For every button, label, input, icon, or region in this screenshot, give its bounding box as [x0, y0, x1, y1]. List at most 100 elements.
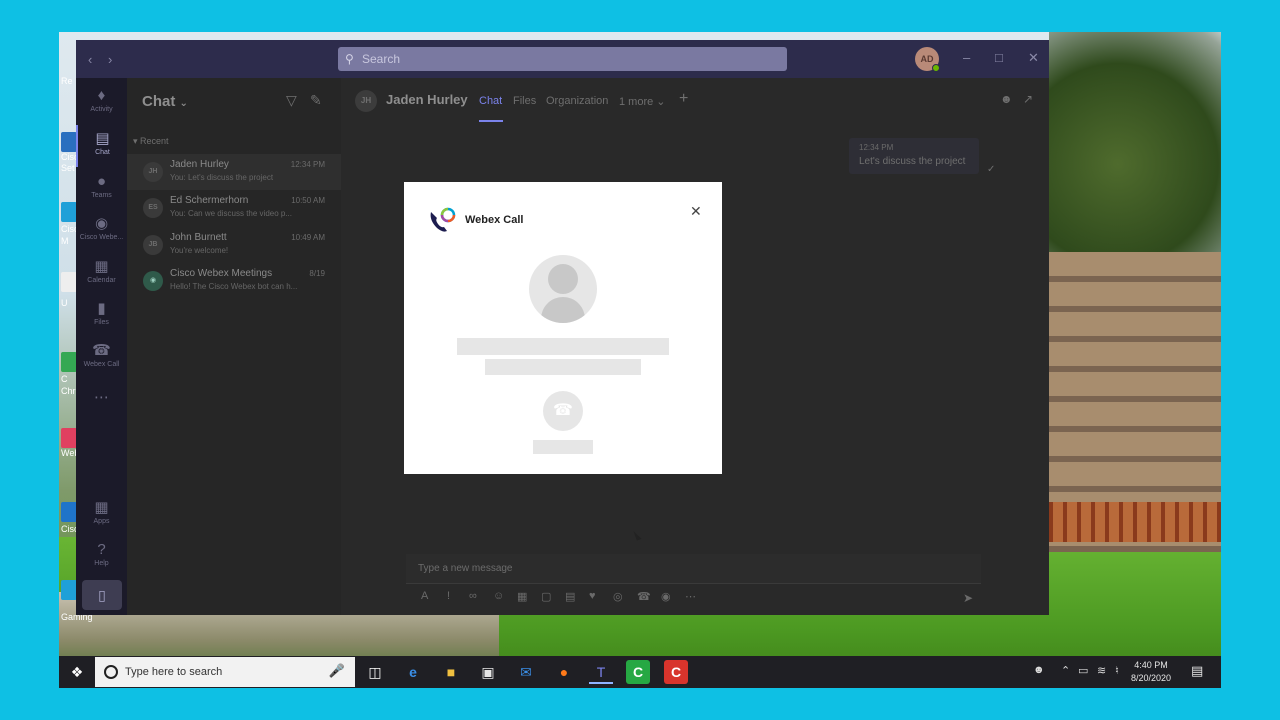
desktop-shortcut-icon[interactable] — [61, 272, 77, 292]
tab-more[interactable]: 1 more ⌄ — [619, 95, 666, 108]
close-icon[interactable]: ✕ — [690, 203, 702, 220]
rail-item-activity[interactable]: ♦ Activity — [76, 82, 127, 124]
sticker-icon[interactable]: ▢ — [541, 590, 551, 603]
webex-icon: ◉ — [94, 215, 109, 232]
taskbar-search-placeholder: Type here to search — [125, 666, 223, 678]
show-hidden-icons-icon[interactable]: ⌃ — [1061, 664, 1070, 677]
forward-arrow-icon[interactable]: › — [108, 52, 112, 67]
action-center-icon[interactable]: ▤ — [1191, 663, 1203, 679]
maximize-icon[interactable]: □ — [995, 50, 1003, 65]
people-icon[interactable]: ☻ — [1033, 664, 1045, 676]
attach-icon[interactable]: ∞ — [469, 590, 477, 602]
edge-browser-icon[interactable]: e — [401, 660, 425, 684]
volume-muted-icon[interactable]: ♮ — [1115, 664, 1119, 677]
read-receipt-icon: ✓ — [987, 164, 996, 175]
camtasia-green-icon[interactable]: C — [626, 660, 650, 684]
send-icon[interactable]: ➤ — [963, 591, 973, 605]
phone-icon: ☎ — [553, 402, 573, 419]
add-people-icon[interactable]: ☻ — [1000, 92, 1013, 106]
system-clock[interactable]: 4:40 PM 8/20/2020 — [1131, 659, 1171, 685]
taskbar-search-input[interactable]: Type here to search 🎤 — [95, 657, 355, 687]
rail-item-webex-call[interactable]: ☎ Webex Call — [76, 337, 127, 379]
mail-icon[interactable]: ✉ — [514, 660, 538, 684]
avatar-body — [541, 297, 585, 323]
rail-item-chat[interactable]: ▤ Chat — [76, 125, 127, 167]
teams-taskbar-icon[interactable]: T — [589, 660, 613, 684]
panel-title[interactable]: Chat ⌄ — [142, 93, 188, 110]
task-view-icon[interactable]: ◫ — [363, 660, 387, 684]
add-tab-icon[interactable]: + — [679, 90, 688, 108]
webex-meeting-icon[interactable]: ◉ — [661, 590, 671, 603]
chat-list-item[interactable]: JB John Burnett 10:49 AM You're welcome! — [127, 227, 341, 263]
desktop-shortcut-icon[interactable] — [61, 580, 77, 600]
rail-item-calendar[interactable]: ▦ Calendar — [76, 253, 127, 295]
avatar: JH — [355, 90, 377, 112]
close-window-icon[interactable]: ✕ — [1028, 50, 1039, 66]
message-bubble[interactable]: 12:34 PM Let's discuss the project — [849, 138, 979, 174]
camtasia-red-icon[interactable]: C — [664, 660, 688, 684]
webex-call-dialog: Webex Call ✕ ☎ — [404, 182, 722, 474]
store-icon[interactable]: ▣ — [476, 660, 500, 684]
format-icon[interactable]: A — [421, 590, 428, 602]
tab-chat[interactable]: Chat — [479, 95, 502, 107]
rail-item-teams[interactable]: ● Teams — [76, 168, 127, 210]
webex-call-icon[interactable]: ☎ — [637, 590, 651, 603]
emoji-icon[interactable]: ☺ — [493, 590, 504, 602]
call-label-placeholder — [533, 440, 593, 454]
contact-avatar-placeholder — [529, 255, 597, 323]
file-explorer-icon[interactable]: ■ — [439, 660, 463, 684]
tab-files[interactable]: Files — [513, 95, 536, 107]
microphone-icon[interactable]: 🎤 — [329, 663, 345, 679]
more-apps-button[interactable]: ⋯ — [76, 384, 127, 426]
desktop-shortcut-icon[interactable] — [61, 428, 77, 448]
title-bar: ‹ › ⚲ Search AD – □ ✕ — [76, 40, 1049, 78]
desktop-wallpaper-deck — [1049, 502, 1221, 542]
rail-item-apps[interactable]: ▦ Apps — [76, 494, 127, 536]
rail-item-cisco-webex[interactable]: ◉ Cisco Webe... — [76, 210, 127, 252]
compose-box[interactable]: Type a new message — [406, 554, 981, 584]
conversation-title: Jaden Hurley — [386, 92, 468, 107]
pop-out-icon[interactable]: ↗ — [1023, 92, 1033, 106]
bulb-icon[interactable]: ◎ — [613, 590, 623, 603]
rail-item-files[interactable]: ▮ Files — [76, 295, 127, 337]
firefox-icon[interactable]: ● — [552, 660, 576, 684]
filter-icon[interactable]: ▽ — [286, 92, 297, 109]
user-avatar[interactable]: AD — [915, 47, 940, 72]
battery-icon[interactable]: ▭ — [1078, 664, 1088, 677]
chevron-down-icon: ⌄ — [179, 98, 188, 109]
chat-time: 10:49 AM — [291, 233, 325, 242]
chat-time: 8/19 — [309, 269, 325, 278]
chat-preview: You: Can we discuss the video p... — [170, 209, 292, 218]
presence-available-icon — [932, 64, 940, 72]
desktop-shortcut-icon[interactable] — [61, 502, 77, 522]
recent-section-label[interactable]: ▾ Recent — [133, 136, 169, 147]
chat-list-item[interactable]: ES Ed Schermerhorn 10:50 AM You: Can we … — [127, 190, 341, 226]
back-arrow-icon[interactable]: ‹ — [88, 52, 92, 67]
desktop-shortcut-icon[interactable] — [61, 352, 77, 372]
more-dots-icon: ⋯ — [94, 389, 109, 406]
praise-icon[interactable]: ♥ — [589, 590, 596, 602]
minimize-icon[interactable]: – — [963, 50, 970, 65]
search-input[interactable]: ⚲ Search — [338, 47, 787, 71]
avatar: JH — [143, 162, 163, 182]
desktop-shortcut-icon[interactable] — [61, 132, 77, 152]
rail-item-help[interactable]: ? Help — [76, 536, 127, 578]
rail-item-label: Apps — [93, 518, 110, 525]
important-icon[interactable]: ! — [447, 590, 450, 602]
schedule-meeting-icon[interactable]: ▤ — [565, 590, 575, 603]
more-options-icon[interactable]: ⋯ — [685, 590, 696, 603]
chat-name: Cisco Webex Meetings — [170, 268, 273, 279]
gif-icon[interactable]: ▦ — [517, 590, 527, 603]
tab-organization[interactable]: Organization — [546, 95, 608, 107]
new-chat-icon[interactable]: ✎ — [310, 92, 322, 109]
windows-start-icon[interactable]: ❖ — [59, 656, 95, 688]
mobile-app-button[interactable]: ▯ — [82, 580, 122, 610]
desktop-shortcut-icon[interactable] — [61, 202, 77, 222]
call-button[interactable]: ☎ — [543, 391, 583, 431]
avatar: ES — [143, 198, 163, 218]
desktop-icon-label: C — [61, 374, 68, 384]
chat-list-item[interactable]: ◉ Cisco Webex Meetings 8/19 Hello! The C… — [127, 263, 341, 299]
wifi-icon[interactable]: ≋ — [1097, 664, 1106, 677]
chat-list-item[interactable]: JH Jaden Hurley 12:34 PM You: Let's disc… — [127, 154, 341, 190]
webex-call-icon: ☎ — [92, 342, 111, 359]
